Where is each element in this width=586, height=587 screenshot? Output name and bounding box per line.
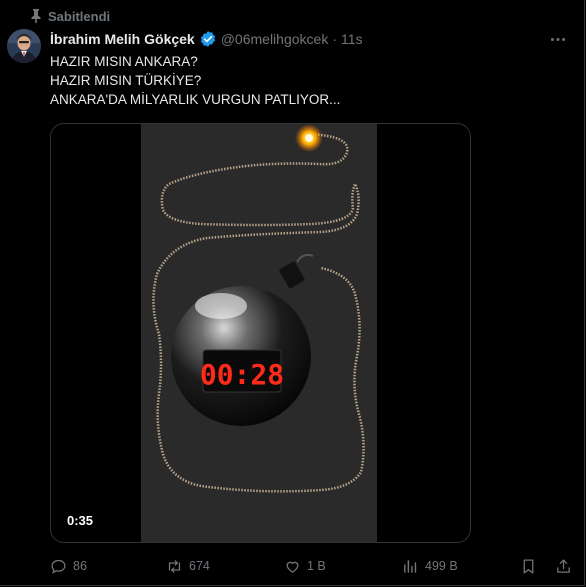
like-icon (286, 561, 299, 573)
video-frame: 00:28 (141, 124, 377, 542)
post-text-line: ANKARA'DA MİLYARLIK VURGUN PATLIYOR... (50, 92, 341, 107)
repost-icon (168, 559, 181, 573)
separator-dot: · (332, 31, 337, 47)
share-button[interactable] (555, 556, 572, 576)
reply-button[interactable]: 86 (50, 556, 87, 576)
share-icon (557, 558, 570, 573)
post-time[interactable]: 11s (341, 31, 363, 47)
bookmark-button[interactable] (520, 556, 537, 576)
post-text: HAZIR MISIN ANKARA? HAZIR MISIN TÜRKİYE?… (50, 52, 550, 109)
video-player[interactable]: 00:28 0:35 (50, 123, 471, 543)
verified-badge-icon[interactable] (199, 30, 217, 48)
post-header: İbrahim Melih Gökçek @06melihgokcek · 11… (50, 30, 363, 48)
author-name[interactable]: İbrahim Melih Gökçek (50, 31, 195, 47)
post-container[interactable]: Sabitlendi İbrahim Melih Gökçek @06melih… (0, 0, 585, 586)
views-icon (404, 559, 417, 573)
pinned-indicator: Sabitlendi (30, 8, 110, 24)
post-text-line: HAZIR MISIN ANKARA? (50, 54, 198, 69)
author-handle[interactable]: @06melihgokcek (221, 31, 329, 47)
avatar-image (7, 29, 41, 63)
pinned-label: Sabitlendi (48, 8, 111, 24)
views-count: 499 B (425, 559, 458, 573)
post-text-line: HAZIR MISIN TÜRKİYE? (50, 73, 202, 88)
bookmark-icon (523, 558, 534, 574)
action-bar: 86 674 1 B 499 B (50, 556, 572, 576)
like-button[interactable]: 1 B (284, 556, 326, 576)
reply-count: 86 (73, 559, 87, 573)
views-button[interactable]: 499 B (402, 556, 458, 576)
video-duration: 0:35 (67, 513, 94, 528)
avatar[interactable] (7, 29, 41, 63)
repost-button[interactable]: 674 (166, 556, 210, 576)
repost-count: 674 (189, 559, 210, 573)
more-options-icon[interactable] (548, 30, 568, 48)
timer-display: 00:28 (200, 358, 284, 391)
like-count: 1 B (307, 559, 326, 573)
reply-icon (51, 559, 66, 574)
pin-icon (31, 9, 41, 23)
